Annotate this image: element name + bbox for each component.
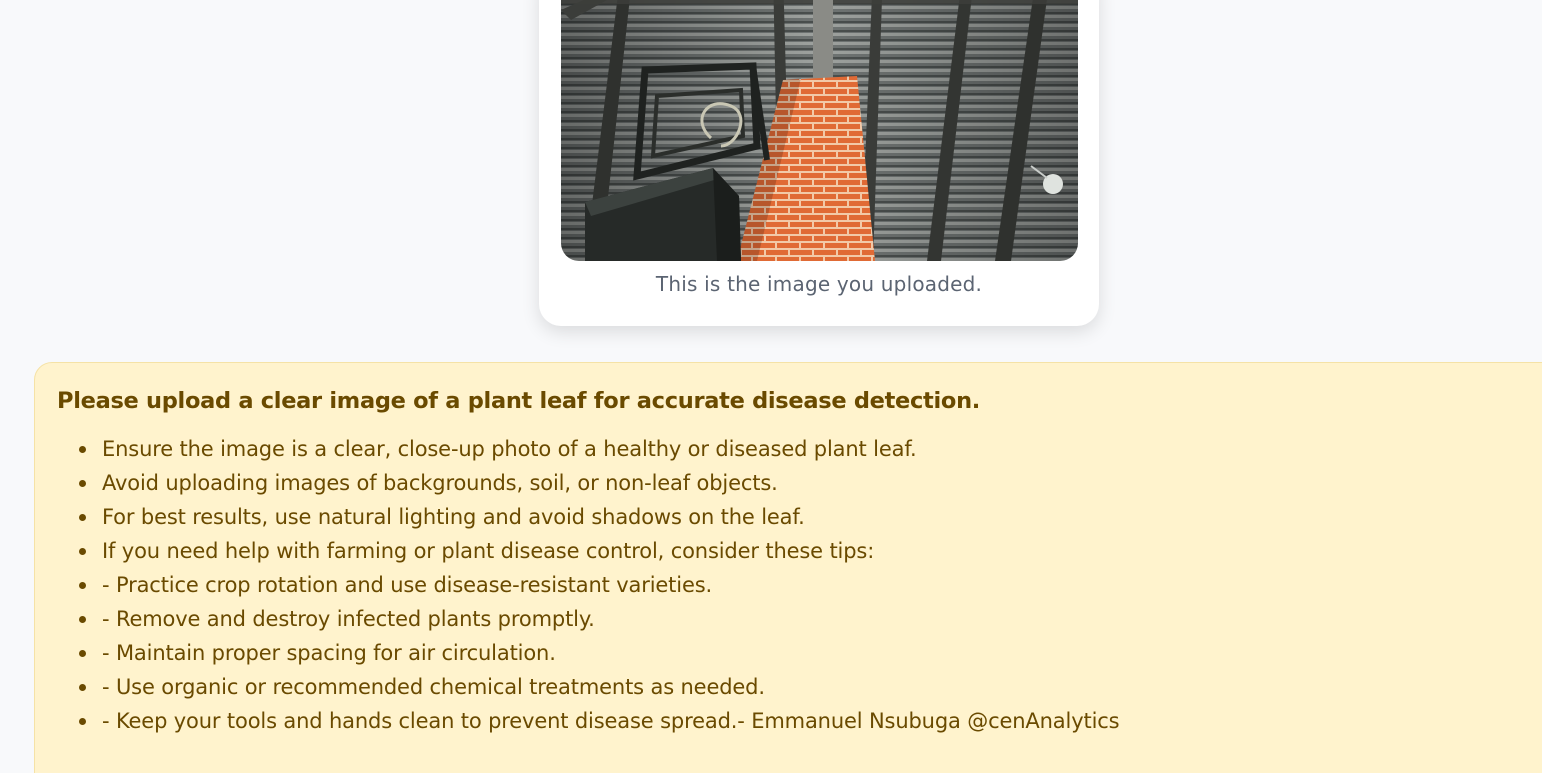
list-item: Ensure the image is a clear, close-up ph… xyxy=(79,435,1119,469)
bullet-icon xyxy=(79,582,86,589)
list-item-text: - Maintain proper spacing for air circul… xyxy=(102,641,556,665)
page: This is the image you uploaded. Please u… xyxy=(0,0,1542,773)
uploaded-image-caption: This is the image you uploaded. xyxy=(655,272,983,296)
list-item-text: - Remove and destroy infected plants pro… xyxy=(102,607,595,631)
upload-guidance-alert: Please upload a clear image of a plant l… xyxy=(34,362,1542,773)
bullet-icon xyxy=(79,616,86,623)
list-item-text: - Keep your tools and hands clean to pre… xyxy=(102,709,1120,733)
list-item: - Keep your tools and hands clean to pre… xyxy=(79,707,1120,741)
list-item-text: - Use organic or recommended chemical tr… xyxy=(102,675,765,699)
list-item: For best results, use natural lighting a… xyxy=(79,503,1119,537)
bullet-icon xyxy=(79,548,86,555)
list-item: Avoid uploading images of backgrounds, s… xyxy=(79,469,1119,503)
list-item: - Remove and destroy infected plants pro… xyxy=(79,605,1119,639)
list-item: - Practice crop rotation and use disease… xyxy=(79,571,1119,605)
list-item-text: If you need help with farming or plant d… xyxy=(102,539,875,563)
bullet-icon xyxy=(79,514,86,521)
list-item: - Maintain proper spacing for air circul… xyxy=(79,639,1119,673)
list-item-text: For best results, use natural lighting a… xyxy=(102,505,805,529)
bullet-icon xyxy=(79,446,86,453)
uploaded-image-card: This is the image you uploaded. xyxy=(539,0,1099,326)
list-item: If you need help with farming or plant d… xyxy=(79,537,1119,571)
list-item-text: - Practice crop rotation and use disease… xyxy=(102,573,713,597)
bullet-icon xyxy=(79,480,86,487)
list-item-text: Ensure the image is a clear, close-up ph… xyxy=(102,437,917,461)
uploaded-image xyxy=(561,0,1078,261)
bullet-icon xyxy=(79,684,86,691)
alert-heading: Please upload a clear image of a plant l… xyxy=(57,388,981,414)
bullet-icon xyxy=(79,718,86,725)
bullet-icon xyxy=(79,650,86,657)
list-item-text: Avoid uploading images of backgrounds, s… xyxy=(102,471,778,495)
list-item: - Use organic or recommended chemical tr… xyxy=(79,673,1119,707)
tips-list: Ensure the image is a clear, close-up ph… xyxy=(35,435,1120,741)
